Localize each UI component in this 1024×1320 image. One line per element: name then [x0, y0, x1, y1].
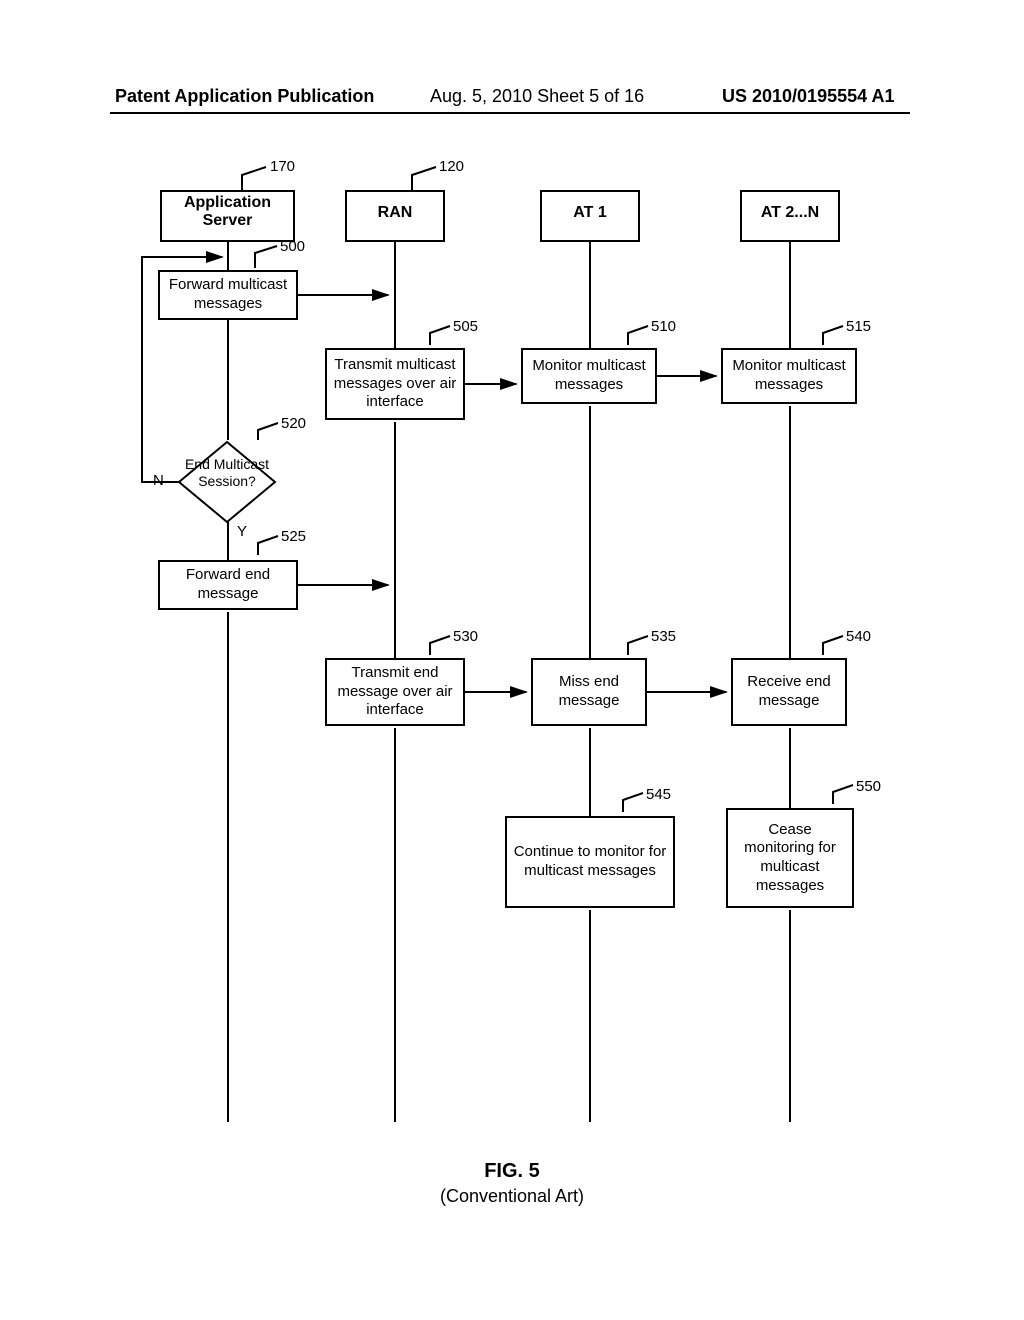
ref-545: 545 — [646, 786, 671, 803]
node-545: Continue to monitor for multicast messag… — [505, 816, 675, 908]
ref-170: 170 — [270, 158, 295, 175]
figure-subtitle: (Conventional Art) — [0, 1186, 1024, 1207]
lifeline-at1-mid — [589, 406, 591, 660]
ref-540: 540 — [846, 628, 871, 645]
lifeline-atn-bottom — [789, 910, 791, 1122]
ref-550: 550 — [856, 778, 881, 795]
branch-n: N — [153, 472, 164, 489]
lifeline-appserver-top — [227, 242, 229, 272]
ref-525: 525 — [281, 528, 306, 545]
node-525: Forward end message — [158, 560, 298, 610]
lifeline-ran-top — [394, 242, 396, 350]
lifeline-appserver-mid1 — [227, 320, 229, 440]
lifeline-atn-top — [789, 242, 791, 350]
ref-510: 510 — [651, 318, 676, 335]
node-label: Continue to monitor for multicast messag… — [513, 843, 667, 881]
header-rule — [110, 112, 910, 114]
lifeline-appserver-bottom — [227, 612, 229, 1122]
ref-505: 505 — [453, 318, 478, 335]
lifeline-atn-mid2 — [789, 728, 791, 808]
node-label: Transmit multicast messages over air int… — [333, 356, 457, 412]
header-right: US 2010/0195554 A1 — [722, 86, 894, 107]
lane-header-ran: RAN — [345, 190, 445, 242]
node-label: Forward multicast messages — [166, 276, 290, 314]
lifeline-ran-mid — [394, 422, 396, 660]
lifeline-at1-mid2 — [589, 728, 591, 816]
lifeline-at1-top — [589, 242, 591, 350]
node-label: Cease monitoring for multicast messages — [734, 821, 846, 896]
node-label: Forward end message — [166, 566, 290, 604]
ref-520: 520 — [281, 415, 306, 432]
node-540: Receive end message — [731, 658, 847, 726]
lane-label: Application Server — [184, 194, 271, 229]
header-center: Aug. 5, 2010 Sheet 5 of 16 — [430, 86, 644, 107]
lane-label: AT 2...N — [761, 204, 819, 221]
ref-120: 120 — [439, 158, 464, 175]
node-label: End Multicast Session? — [177, 456, 277, 490]
node-label: Miss end message — [539, 673, 639, 711]
lane-header-atn: AT 2...N — [740, 190, 840, 242]
lifeline-ran-bottom — [394, 728, 396, 1122]
lane-header-appserver: Application Server — [160, 190, 295, 242]
lifeline-at1-bottom — [589, 910, 591, 1122]
node-label: Monitor multicast messages — [529, 357, 649, 395]
branch-y: Y — [237, 523, 247, 540]
node-label: Receive end message — [739, 673, 839, 711]
figure-title: FIG. 5 — [0, 1160, 1024, 1183]
node-550: Cease monitoring for multicast messages — [726, 808, 854, 908]
node-520: End Multicast Session? — [177, 440, 277, 520]
node-505: Transmit multicast messages over air int… — [325, 348, 465, 420]
header-left: Patent Application Publication — [115, 86, 374, 107]
ref-500: 500 — [280, 238, 305, 255]
node-label: Monitor multicast messages — [729, 357, 849, 395]
ref-530: 530 — [453, 628, 478, 645]
page: Patent Application Publication Aug. 5, 2… — [0, 0, 1024, 1320]
node-535: Miss end message — [531, 658, 647, 726]
lane-label: RAN — [378, 204, 413, 221]
node-515: Monitor multicast messages — [721, 348, 857, 404]
node-530: Transmit end message over air interface — [325, 658, 465, 726]
node-label: Transmit end message over air interface — [333, 664, 457, 720]
lane-label: AT 1 — [573, 204, 606, 221]
node-500: Forward multicast messages — [158, 270, 298, 320]
node-510: Monitor multicast messages — [521, 348, 657, 404]
ref-515: 515 — [846, 318, 871, 335]
lifeline-appserver-mid2 — [227, 522, 229, 560]
lifeline-atn-mid — [789, 406, 791, 660]
lane-header-at1: AT 1 — [540, 190, 640, 242]
ref-535: 535 — [651, 628, 676, 645]
